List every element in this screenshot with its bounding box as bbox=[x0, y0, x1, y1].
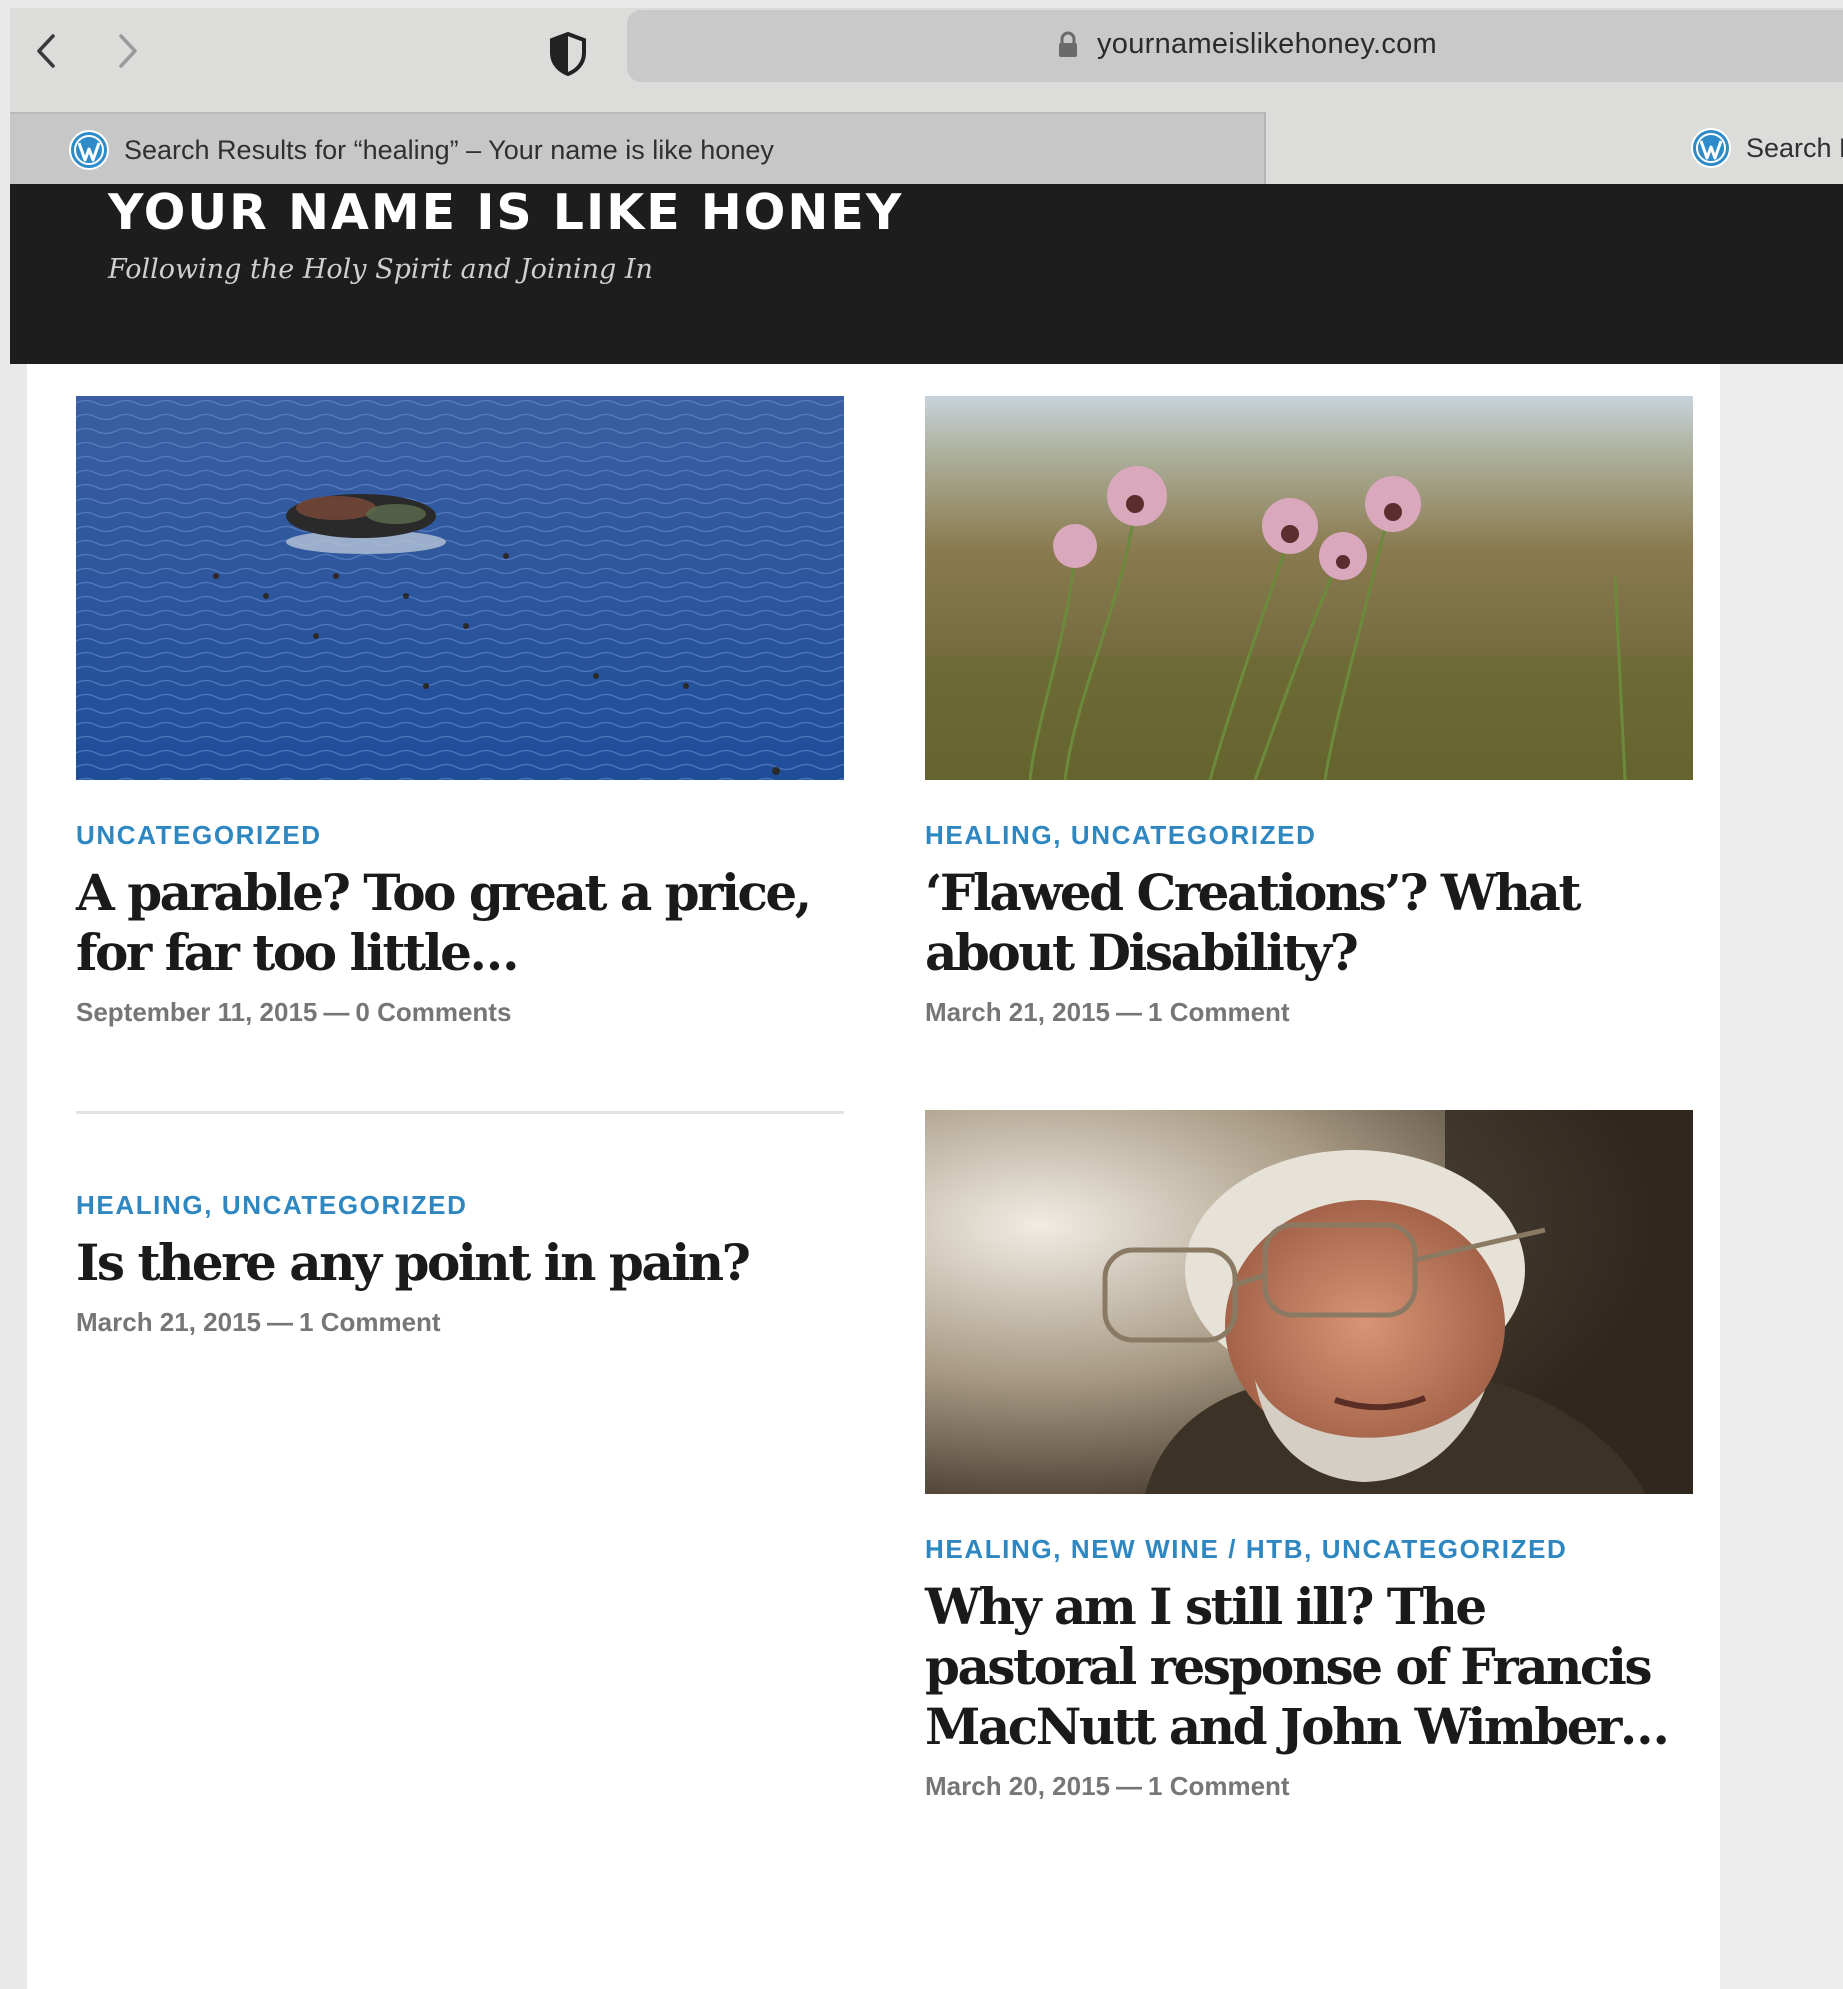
post-date[interactable]: March 21, 2015 bbox=[76, 1307, 261, 1337]
meta-separator: — bbox=[1116, 1771, 1143, 1801]
wordpress-icon bbox=[69, 130, 109, 170]
post-title[interactable]: A parable? Too great a price, for far to… bbox=[76, 863, 844, 983]
post-categories[interactable]: UNCATEGORIZED bbox=[76, 820, 844, 851]
post-card: HEALING, NEW WINE / HTB, UNCATEGORIZED W… bbox=[925, 1110, 1693, 1802]
post-title[interactable]: Why am I still ill? The pastoral respons… bbox=[925, 1577, 1693, 1757]
post-meta: March 20, 2015—1 Comment bbox=[925, 1771, 1693, 1802]
post-date[interactable]: March 21, 2015 bbox=[925, 997, 1110, 1027]
post-date[interactable]: September 11, 2015 bbox=[76, 997, 317, 1027]
site-tagline: Following the Holy Spirit and Joining In bbox=[108, 254, 653, 285]
tab-title: Search R bbox=[1746, 132, 1843, 163]
post-title[interactable]: ‘Flawed Creations’? What about Disabilit… bbox=[925, 863, 1693, 983]
post-meta: March 21, 2015—1 Comment bbox=[925, 997, 1693, 1028]
post-thumbnail-flowers[interactable] bbox=[925, 396, 1693, 780]
post-comments-link[interactable]: 1 Comment bbox=[1148, 1771, 1290, 1801]
meta-separator: — bbox=[267, 1307, 294, 1337]
post-title[interactable]: Is there any point in pain? bbox=[76, 1233, 844, 1293]
post-card: UNCATEGORIZED A parable? Too great a pri… bbox=[76, 396, 844, 1028]
search-results: UNCATEGORIZED A parable? Too great a pri… bbox=[27, 364, 1720, 1989]
meta-separator: — bbox=[1116, 997, 1143, 1027]
post-categories[interactable]: HEALING, NEW WINE / HTB, UNCATEGORIZED bbox=[925, 1534, 1693, 1565]
chevron-right-icon bbox=[119, 34, 137, 68]
back-button[interactable] bbox=[24, 26, 68, 76]
chevron-left-icon bbox=[37, 34, 55, 68]
post-card: HEALING, UNCATEGORIZED Is there any poin… bbox=[76, 1114, 844, 1338]
tab-title: Search Results for “healing” – Your name… bbox=[124, 134, 774, 165]
meta-separator: — bbox=[323, 997, 350, 1027]
browser-toolbar: yournameislikehoney.com bbox=[10, 8, 1843, 110]
post-categories[interactable]: HEALING, UNCATEGORIZED bbox=[76, 1190, 844, 1221]
site-header: YOUR NAME IS LIKE HONEY Following the Ho… bbox=[10, 184, 1843, 364]
post-date[interactable]: March 20, 2015 bbox=[925, 1771, 1110, 1801]
site-title[interactable]: YOUR NAME IS LIKE HONEY bbox=[108, 184, 903, 241]
url-text: yournameislikehoney.com bbox=[1097, 28, 1438, 60]
privacy-report-button[interactable] bbox=[538, 28, 598, 80]
forward-button[interactable] bbox=[106, 26, 150, 76]
tab-search-results[interactable]: Search Results for “healing” – Your name… bbox=[10, 112, 1266, 186]
post-meta: March 21, 2015—1 Comment bbox=[76, 1307, 844, 1338]
post-meta: September 11, 2015—0 Comments bbox=[76, 997, 844, 1028]
post-thumbnail-boat[interactable] bbox=[76, 396, 844, 780]
post-card: HEALING, UNCATEGORIZED ‘Flawed Creations… bbox=[925, 396, 1693, 1028]
post-comments-link[interactable]: 1 Comment bbox=[1148, 997, 1290, 1027]
lock-icon bbox=[1059, 31, 1077, 57]
shield-icon bbox=[550, 31, 586, 77]
post-thumbnail-portrait[interactable] bbox=[925, 1110, 1693, 1494]
page-gutter bbox=[1720, 364, 1843, 1989]
post-categories[interactable]: HEALING, UNCATEGORIZED bbox=[925, 820, 1693, 851]
tab-search-other[interactable]: Search R bbox=[1680, 112, 1843, 184]
post-comments-link[interactable]: 0 Comments bbox=[355, 997, 511, 1027]
tab-strip: Search Results for “healing” – Your name… bbox=[10, 110, 1843, 186]
wordpress-icon bbox=[1691, 128, 1731, 168]
post-comments-link[interactable]: 1 Comment bbox=[299, 1307, 441, 1337]
address-bar[interactable]: yournameislikehoney.com bbox=[627, 10, 1843, 82]
browser-window: yournameislikehoney.com Search Results f… bbox=[0, 0, 1843, 1989]
